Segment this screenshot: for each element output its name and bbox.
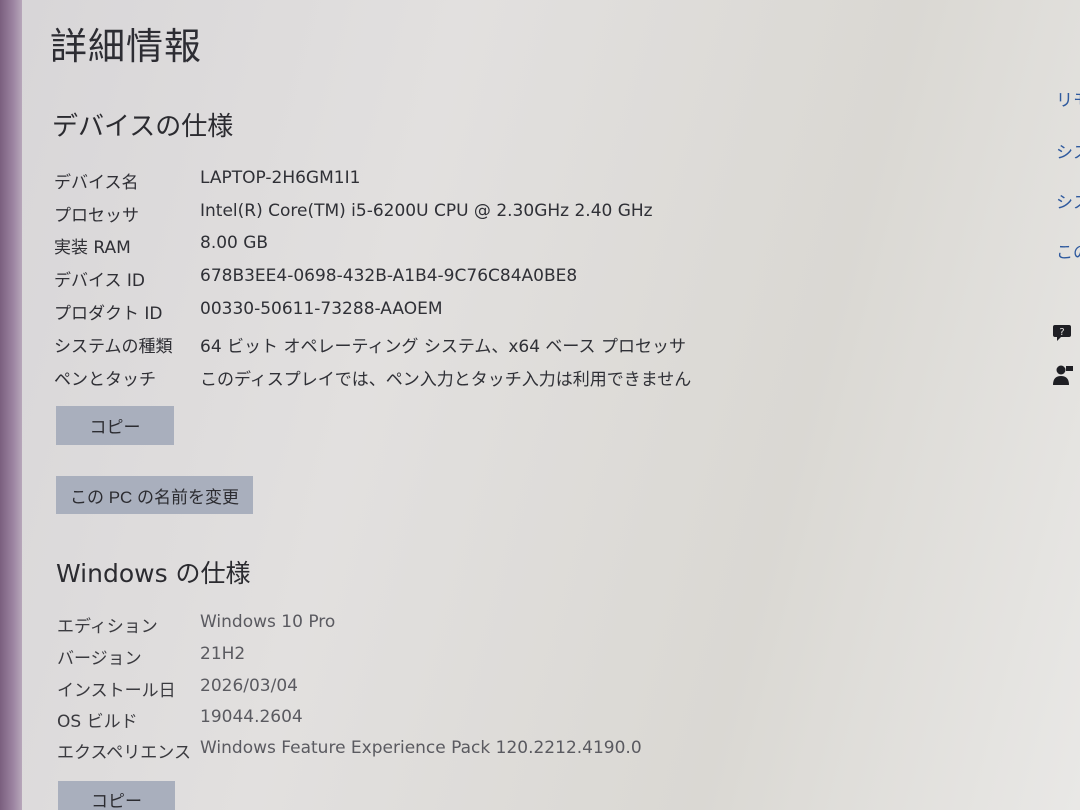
spec-row-product-id: プロダクト ID 00330-50611-73288-AAOEM xyxy=(54,299,754,327)
rename-pc-button[interactable]: この PC の名前を変更 xyxy=(56,476,253,514)
spec-label: バージョン xyxy=(57,649,142,669)
spec-row-device-id: デバイス ID 678B3EE4-0698-432B-A1B4-9C76C84A… xyxy=(54,266,754,294)
related-link-remote-desktop[interactable]: リモー xyxy=(1056,86,1080,111)
spec-value: Windows 10 Pro xyxy=(200,612,336,632)
spec-label: エディション xyxy=(57,617,158,637)
spec-label: OS ビルド xyxy=(57,712,138,732)
spec-row-system-type: システムの種類 64 ビット オペレーティング システム、x64 ベース プロセ… xyxy=(54,332,754,360)
windows-specs-heading: Windows の仕様 xyxy=(56,559,251,588)
spec-row-version: バージョン 21H2 xyxy=(57,644,757,672)
help-chat-icon[interactable]: ? xyxy=(1052,322,1074,344)
spec-label: ペンとタッチ xyxy=(54,370,156,390)
spec-value: Windows Feature Experience Pack 120.2212… xyxy=(200,738,642,758)
related-link-rename-pc[interactable]: この PC xyxy=(1056,238,1080,263)
spec-value: 2026/03/04 xyxy=(200,676,298,696)
spec-value: 8.00 GB xyxy=(200,233,269,253)
spec-row-ram: 実装 RAM 8.00 GB xyxy=(54,233,754,261)
spec-label: プロセッサ xyxy=(54,206,139,226)
spec-row-device-name: デバイス名 LAPTOP-2H6GM1I1 xyxy=(54,168,754,196)
settings-window: 詳細情報 デバイスの仕様 デバイス名 LAPTOP-2H6GM1I1 プロセッサ… xyxy=(22,0,1080,810)
spec-row-edition: エディション Windows 10 Pro xyxy=(57,612,757,640)
device-specs-heading: デバイスの仕様 xyxy=(52,112,234,142)
spec-label: エクスペリエンス xyxy=(57,743,191,763)
copy-device-specs-button[interactable]: コピー xyxy=(56,406,174,445)
spec-value: 678B3EE4-0698-432B-A1B4-9C76C84A0BE8 xyxy=(200,266,578,286)
spec-value: 19044.2604 xyxy=(200,707,303,727)
related-link-advanced-system[interactable]: システ xyxy=(1056,188,1080,213)
spec-value: LAPTOP-2H6GM1I1 xyxy=(200,168,361,188)
page-title: 詳細情報 xyxy=(50,25,202,68)
spec-value: このディスプレイでは、ペン入力とタッチ入力は利用できません xyxy=(200,370,692,390)
related-link-system-protection[interactable]: システ xyxy=(1056,138,1080,163)
spec-label: システムの種類 xyxy=(54,337,173,357)
copy-windows-specs-button[interactable]: コピー xyxy=(58,781,175,810)
spec-label: デバイス名 xyxy=(54,173,139,193)
spec-value: 64 ビット オペレーティング システム、x64 ベース プロセッサ xyxy=(200,337,686,357)
spec-row-processor: プロセッサ Intel(R) Core(TM) i5-6200U CPU @ 2… xyxy=(54,201,754,229)
spec-value: Intel(R) Core(TM) i5-6200U CPU @ 2.30GHz… xyxy=(200,201,653,221)
spec-label: 実装 RAM xyxy=(54,238,131,258)
spec-value: 21H2 xyxy=(200,644,246,664)
spec-row-install-date: インストール日 2026/03/04 xyxy=(57,676,757,704)
svg-text:?: ? xyxy=(1059,327,1064,338)
spec-label: プロダクト ID xyxy=(54,304,163,324)
feedback-person-icon[interactable] xyxy=(1052,364,1074,386)
spec-row-pen-touch: ペンとタッチ このディスプレイでは、ペン入力とタッチ入力は利用できません xyxy=(54,365,754,393)
spec-row-experience: エクスペリエンス Windows Feature Experience Pack… xyxy=(57,738,757,766)
spec-label: インストール日 xyxy=(57,681,176,701)
spec-value: 00330-50611-73288-AAOEM xyxy=(200,299,443,319)
spec-label: デバイス ID xyxy=(54,271,145,291)
spec-row-os-build: OS ビルド 19044.2604 xyxy=(57,707,757,735)
monitor-bezel xyxy=(0,0,22,810)
